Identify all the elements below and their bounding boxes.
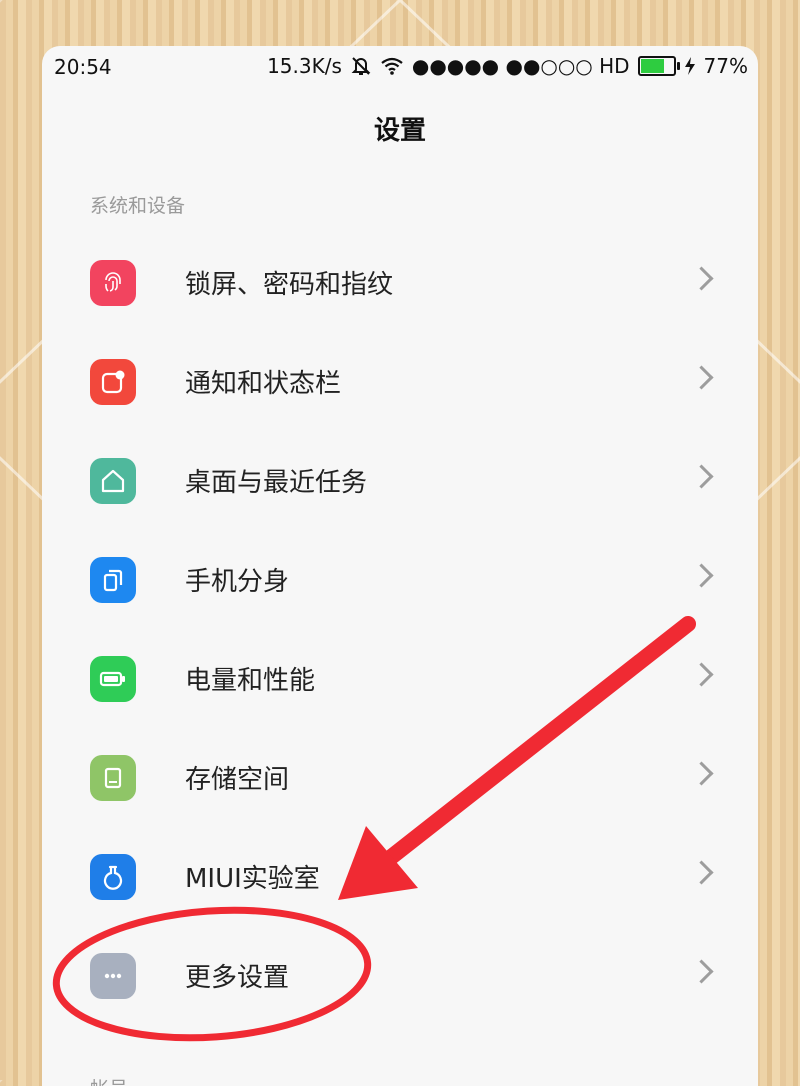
chevron-right-icon [689, 662, 714, 687]
chevron-right-icon [689, 266, 714, 291]
chevron-right-icon [689, 563, 714, 588]
battery-fill [640, 59, 664, 73]
settings-item-miui-lab[interactable]: MIUI实验室 [42, 828, 758, 927]
settings-list: 锁屏、密码和指纹 通知和状态栏 桌面与最近任务 手机分身 电量和性能 存储空间 … [42, 234, 758, 1026]
chevron-right-icon [689, 464, 714, 489]
fingerprint-icon [90, 260, 136, 306]
settings-item-home-screen[interactable]: 桌面与最近任务 [42, 432, 758, 531]
settings-item-label: 手机分身 [185, 567, 290, 597]
battery-percent: 77% [703, 54, 748, 78]
signal-indicator: ●●●●● ●●○○○ HD [411, 54, 630, 78]
settings-item-lockscreen[interactable]: 锁屏、密码和指纹 [42, 234, 758, 333]
status-indicators: 15.3K/s ●●●●● ●●○○○ HD 77% [267, 54, 748, 78]
battery-icon [90, 656, 136, 702]
home-icon [90, 458, 136, 504]
more-icon [90, 953, 136, 999]
settings-item-notifications[interactable]: 通知和状态栏 [42, 333, 758, 432]
settings-item-label: 桌面与最近任务 [185, 468, 368, 498]
charging-bolt-icon [684, 57, 695, 75]
settings-item-label: 存储空间 [185, 765, 290, 795]
settings-item-label: 电量和性能 [185, 666, 316, 696]
chevron-right-icon [689, 761, 714, 786]
status-bar: 20:54 15.3K/s ●●●●● ●●○○○ HD 77% [42, 46, 758, 86]
network-speed: 15.3K/s [267, 54, 342, 78]
mute-bell-icon [351, 57, 371, 75]
section-label-system: 系统和设备 [90, 195, 186, 217]
chevron-right-icon [689, 365, 714, 390]
settings-item-dual-space[interactable]: 手机分身 [42, 531, 758, 630]
flask-icon [90, 854, 136, 900]
notification-icon [90, 359, 136, 405]
settings-item-storage[interactable]: 存储空间 [42, 729, 758, 828]
settings-item-label: MIUI实验室 [185, 864, 320, 894]
section-label-account: 帐号 [90, 1074, 128, 1086]
storage-icon [90, 755, 136, 801]
chevron-right-icon [689, 959, 714, 984]
page-title: 设置 [373, 116, 426, 146]
settings-item-more-settings[interactable]: 更多设置 [42, 927, 758, 1026]
dual-space-icon [90, 557, 136, 603]
battery-icon [637, 56, 680, 76]
status-time: 20:54 [54, 55, 112, 79]
phone-screen: 20:54 15.3K/s ●●●●● ●●○○○ HD 77% 设置 系统和设… [42, 46, 758, 1086]
settings-item-label: 锁屏、密码和指纹 [185, 270, 394, 300]
chevron-right-icon [689, 860, 714, 885]
settings-item-label: 更多设置 [185, 963, 290, 993]
settings-item-battery-performance[interactable]: 电量和性能 [42, 630, 758, 729]
wifi-icon [381, 57, 403, 75]
settings-item-label: 通知和状态栏 [185, 369, 342, 399]
